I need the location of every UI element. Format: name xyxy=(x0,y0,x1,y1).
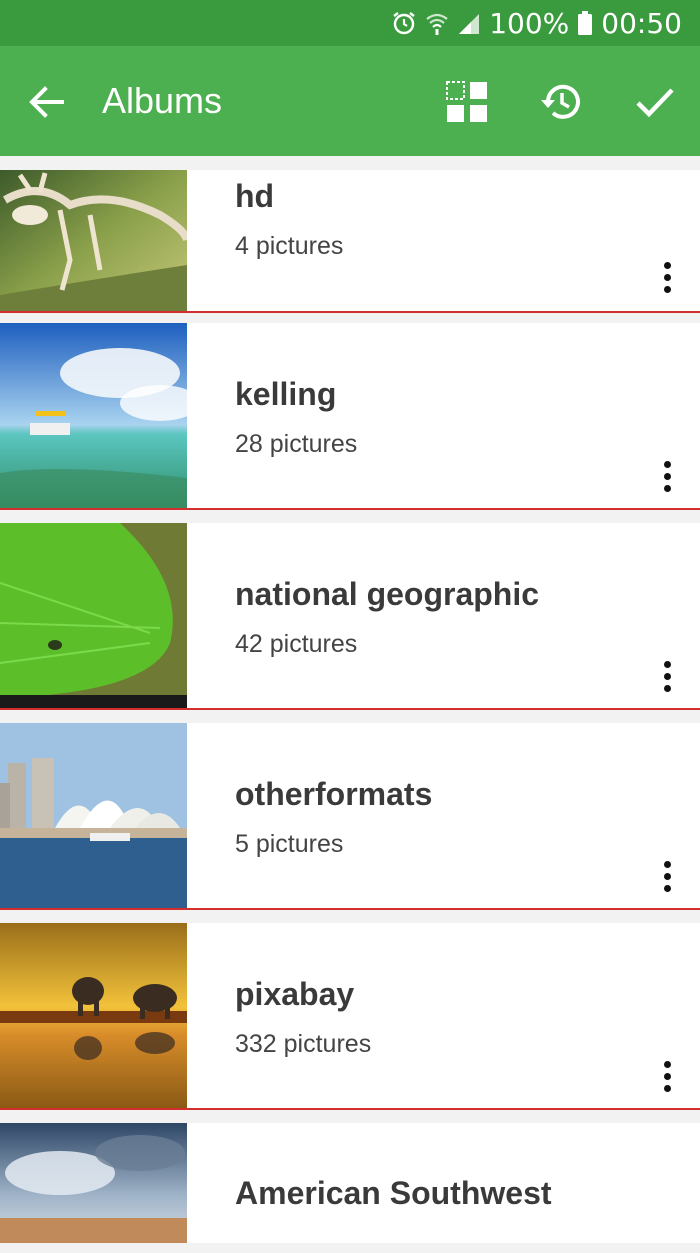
album-name: national geographic xyxy=(235,576,540,612)
more-options-button[interactable] xyxy=(660,1061,674,1097)
more-options-button[interactable] xyxy=(660,661,674,697)
back-button[interactable] xyxy=(26,81,68,123)
battery-icon xyxy=(577,10,593,36)
alarm-icon xyxy=(391,10,417,36)
battery-percent: 100% xyxy=(489,6,570,40)
album-count: 332 pictures xyxy=(235,1030,372,1058)
album-thumbnail xyxy=(0,723,187,908)
check-icon xyxy=(636,88,674,118)
album-thumbnail xyxy=(0,523,187,708)
select-all-icon xyxy=(446,81,487,122)
history-button[interactable] xyxy=(538,79,584,125)
confirm-button[interactable] xyxy=(632,79,678,125)
album-item[interactable]: kelling 28 pictures xyxy=(0,323,700,510)
album-count: 42 pictures xyxy=(235,630,358,658)
album-thumbnail xyxy=(0,170,187,311)
clock: 00:50 xyxy=(601,6,682,40)
album-list: hd 4 pictures kelling 28 pictures nation… xyxy=(0,170,700,1253)
album-count: 28 pictures xyxy=(235,430,358,458)
more-options-button[interactable] xyxy=(660,262,674,298)
signal-icon xyxy=(457,10,481,36)
album-count: 4 pictures xyxy=(235,232,344,260)
status-icons: 100% 00:50 xyxy=(391,0,682,46)
album-name: kelling xyxy=(235,376,337,412)
history-icon xyxy=(541,84,580,119)
select-all-button[interactable] xyxy=(444,79,490,125)
album-thumbnail xyxy=(0,1123,187,1243)
album-name: pixabay xyxy=(235,976,355,1012)
album-item[interactable]: national geographic 42 pictures xyxy=(0,523,700,710)
album-name: otherformats xyxy=(235,776,433,812)
arrow-back-icon xyxy=(29,86,64,118)
page-title: Albums xyxy=(102,80,223,121)
album-thumbnail xyxy=(0,323,187,508)
album-thumbnail xyxy=(0,923,187,1108)
album-item[interactable]: otherformats 5 pictures xyxy=(0,723,700,910)
more-options-button[interactable] xyxy=(660,461,674,497)
album-item[interactable]: American Southwest xyxy=(0,1123,700,1243)
album-name: hd xyxy=(235,178,275,214)
album-item[interactable]: hd 4 pictures xyxy=(0,170,700,313)
status-bar: 100% 00:50 xyxy=(0,0,700,46)
album-count: 5 pictures xyxy=(235,830,344,858)
album-name: American Southwest xyxy=(235,1175,552,1211)
app-bar: Albums xyxy=(0,46,700,156)
album-item[interactable]: pixabay 332 pictures xyxy=(0,923,700,1110)
more-options-button[interactable] xyxy=(660,861,674,897)
wifi-icon xyxy=(425,10,449,36)
